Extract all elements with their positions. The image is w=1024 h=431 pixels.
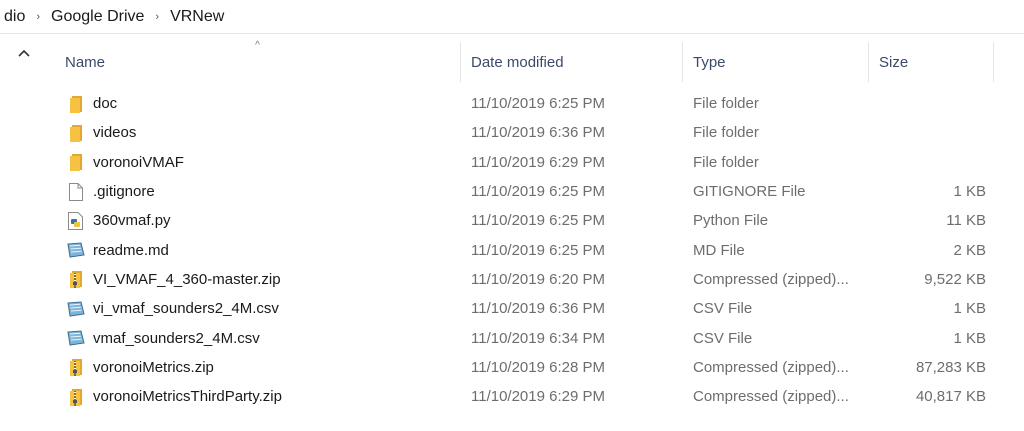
column-header-date-modified[interactable]: Date modified <box>461 42 683 82</box>
document-file-icon <box>67 240 85 260</box>
file-name: 360vmaf.py <box>93 212 171 230</box>
file-date-modified: 11/10/2019 6:29 PM <box>471 388 605 406</box>
folder-icon <box>67 123 85 143</box>
file-size: 40,817 KB <box>915 388 986 406</box>
file-name: voronoiMetricsThirdParty.zip <box>93 388 282 406</box>
column-header-label: Type <box>693 53 726 71</box>
column-header-size[interactable]: Size <box>869 42 994 82</box>
document-file-icon <box>67 299 85 319</box>
file-row[interactable]: vmaf_sounders2_4M.csv 11/10/2019 6:34 PM C… <box>55 323 1000 352</box>
file-name-cell: vmaf_sounders2_4M.csv <box>55 328 461 348</box>
file-type: CSV File <box>693 300 753 318</box>
file-row[interactable]: voronoiVMAF 11/10/2019 6:29 PM File folder <box>55 148 1000 177</box>
breadcrumb-item-parent[interactable]: dio <box>0 8 27 26</box>
file-name: voronoiMetrics.zip <box>93 358 214 376</box>
file-name: vmaf_sounders2_4M.csv <box>93 329 260 347</box>
file-name: VI_VMAF_4_360-master.zip <box>93 270 281 288</box>
file-type: Compressed (zipped)... <box>693 270 849 288</box>
file-type: Compressed (zipped)... <box>693 358 849 376</box>
file-date-modified: 11/10/2019 6:34 PM <box>471 329 605 347</box>
file-size: 1 KB <box>953 300 986 318</box>
column-header-name[interactable]: ^ Name <box>55 40 461 82</box>
file-name-cell: 360vmaf.py <box>55 211 461 231</box>
file-row[interactable]: 360vmaf.py 11/10/2019 6:25 PM Python File 1… <box>55 206 1000 235</box>
blank-file-icon <box>67 182 85 202</box>
collapse-group-icon[interactable] <box>15 45 33 61</box>
file-list: doc 11/10/2019 6:25 PM File folder videos 11… <box>55 89 1000 411</box>
file-name: doc <box>93 95 118 113</box>
document-file-icon <box>67 328 85 348</box>
file-size: 11 KB <box>946 212 986 230</box>
breadcrumb: dio › Google Drive › VRNew <box>0 0 1024 34</box>
file-row[interactable]: VI_VMAF_4_360-master.zip 11/10/2019 6:20 … <box>55 265 1000 294</box>
column-header-label: Date modified <box>471 53 564 71</box>
file-name-cell: voronoiMetrics.zip <box>55 357 461 377</box>
file-type: Compressed (zipped)... <box>693 388 849 406</box>
sort-ascending-icon: ^ <box>255 40 260 51</box>
column-header-label: Size <box>879 53 909 71</box>
file-type: CSV File <box>693 329 753 347</box>
file-row[interactable]: voronoiMetricsThirdParty.zip 11/10/2019 6… <box>55 382 1000 411</box>
breadcrumb-item-vrnew[interactable]: VRNew <box>168 8 226 26</box>
file-date-modified: 11/10/2019 6:28 PM <box>471 358 605 376</box>
column-header-label: Name <box>65 53 106 71</box>
file-date-modified: 11/10/2019 6:25 PM <box>471 95 605 113</box>
file-row[interactable]: .gitignore 11/10/2019 6:25 PM GITIGNORE Fi… <box>55 177 1000 206</box>
file-type: File folder <box>693 153 759 171</box>
python-file-icon <box>67 211 85 231</box>
zip-folder-icon <box>67 269 85 289</box>
file-date-modified: 11/10/2019 6:25 PM <box>471 183 605 201</box>
file-name-cell: readme.md <box>55 240 461 260</box>
file-name: voronoiVMAF <box>93 153 184 171</box>
breadcrumb-separator-icon[interactable]: › <box>146 11 168 23</box>
breadcrumb-separator-icon[interactable]: › <box>27 11 49 23</box>
file-size: 2 KB <box>953 241 986 259</box>
file-name-cell: voronoiVMAF <box>55 152 461 172</box>
file-type: Python File <box>693 212 769 230</box>
file-type: GITIGNORE File <box>693 183 806 201</box>
file-date-modified: 11/10/2019 6:25 PM <box>471 212 605 230</box>
file-name: videos <box>93 124 137 142</box>
file-date-modified: 11/10/2019 6:20 PM <box>471 270 605 288</box>
file-name-cell: vi_vmaf_sounders2_4M.csv <box>55 299 461 319</box>
file-name-cell: .gitignore <box>55 182 461 202</box>
folder-icon <box>67 94 85 114</box>
file-name: .gitignore <box>93 183 155 201</box>
file-date-modified: 11/10/2019 6:36 PM <box>471 124 605 142</box>
file-size: 1 KB <box>953 183 986 201</box>
file-date-modified: 11/10/2019 6:29 PM <box>471 153 605 171</box>
file-date-modified: 11/10/2019 6:36 PM <box>471 300 605 318</box>
column-header-row: ^ Name Date modified Type Size <box>55 40 1000 82</box>
file-type: File folder <box>693 124 759 142</box>
folder-icon <box>67 152 85 172</box>
file-size: 87,283 KB <box>915 358 986 376</box>
file-row[interactable]: readme.md 11/10/2019 6:25 PM MD File 2 KB <box>55 235 1000 264</box>
zip-folder-icon <box>67 387 85 407</box>
file-name-cell: VI_VMAF_4_360-master.zip <box>55 269 461 289</box>
file-size: 9,522 KB <box>924 270 986 288</box>
file-name-cell: videos <box>55 123 461 143</box>
file-name: readme.md <box>93 241 169 259</box>
column-header-type[interactable]: Type <box>683 42 869 82</box>
zip-folder-icon <box>67 357 85 377</box>
file-row[interactable]: vi_vmaf_sounders2_4M.csv 11/10/2019 6:36 … <box>55 294 1000 323</box>
file-row[interactable]: voronoiMetrics.zip 11/10/2019 6:28 PM Comp… <box>55 353 1000 382</box>
file-type: File folder <box>693 95 759 113</box>
file-name: vi_vmaf_sounders2_4M.csv <box>93 300 279 318</box>
file-row[interactable]: doc 11/10/2019 6:25 PM File folder <box>55 89 1000 118</box>
file-row[interactable]: videos 11/10/2019 6:36 PM File folder <box>55 118 1000 147</box>
file-name-cell: voronoiMetricsThirdParty.zip <box>55 387 461 407</box>
file-date-modified: 11/10/2019 6:25 PM <box>471 241 605 259</box>
breadcrumb-item-google-drive[interactable]: Google Drive <box>49 8 146 26</box>
file-size: 1 KB <box>953 329 986 347</box>
file-name-cell: doc <box>55 94 461 114</box>
file-type: MD File <box>693 241 745 259</box>
